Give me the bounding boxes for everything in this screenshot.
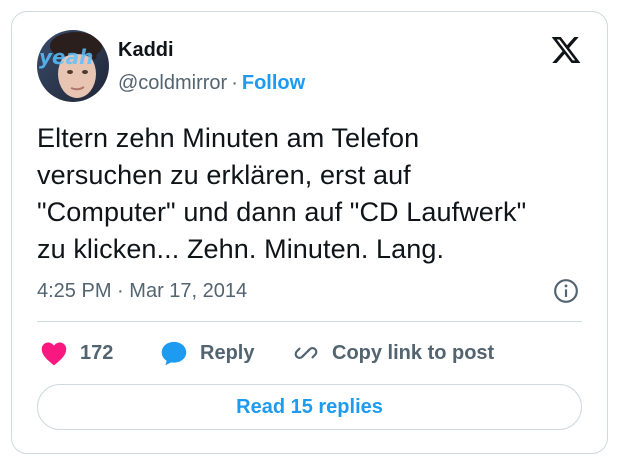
avatar[interactable]: yeah	[37, 30, 109, 102]
copy-link-label: Copy link to post	[332, 341, 495, 364]
tweet-date: Mar 17, 2014	[129, 280, 248, 302]
separator-dot: ·	[231, 72, 238, 94]
follow-button[interactable]: Follow	[242, 72, 305, 94]
avatar-text: yeah	[39, 45, 93, 69]
tweet-timestamp[interactable]: 4:25 PM · Mar 17, 2014	[37, 278, 247, 304]
avatar-image: yeah	[37, 30, 109, 102]
tweet-time: 4:25 PM	[37, 280, 112, 302]
link-icon	[294, 347, 318, 359]
info-icon[interactable]	[553, 278, 579, 304]
heart-icon	[41, 342, 67, 366]
meta-separator: ·	[117, 280, 124, 302]
divider	[37, 321, 582, 322]
like-button[interactable]: 172	[40, 338, 113, 368]
reply-label: Reply	[200, 341, 255, 364]
author-handle-row: @coldmirror · Follow	[118, 70, 305, 96]
x-logo-icon[interactable]	[549, 34, 583, 66]
tweet-text: Eltern zehn Minuten am Telefon versuchen…	[37, 123, 527, 264]
like-count: 172	[80, 341, 114, 364]
read-replies-button[interactable]: Read 15 replies	[37, 384, 582, 430]
reply-button[interactable]: Reply	[160, 338, 254, 368]
tweet-card: yeah Kaddi @coldmirror · Follow Eltern zeh…	[11, 11, 608, 454]
reply-bubble-icon	[161, 341, 187, 366]
author-display-name[interactable]: Kaddi	[118, 38, 174, 62]
copy-link-button[interactable]: Copy link to post	[292, 338, 494, 368]
author-handle[interactable]: @coldmirror	[118, 72, 227, 94]
